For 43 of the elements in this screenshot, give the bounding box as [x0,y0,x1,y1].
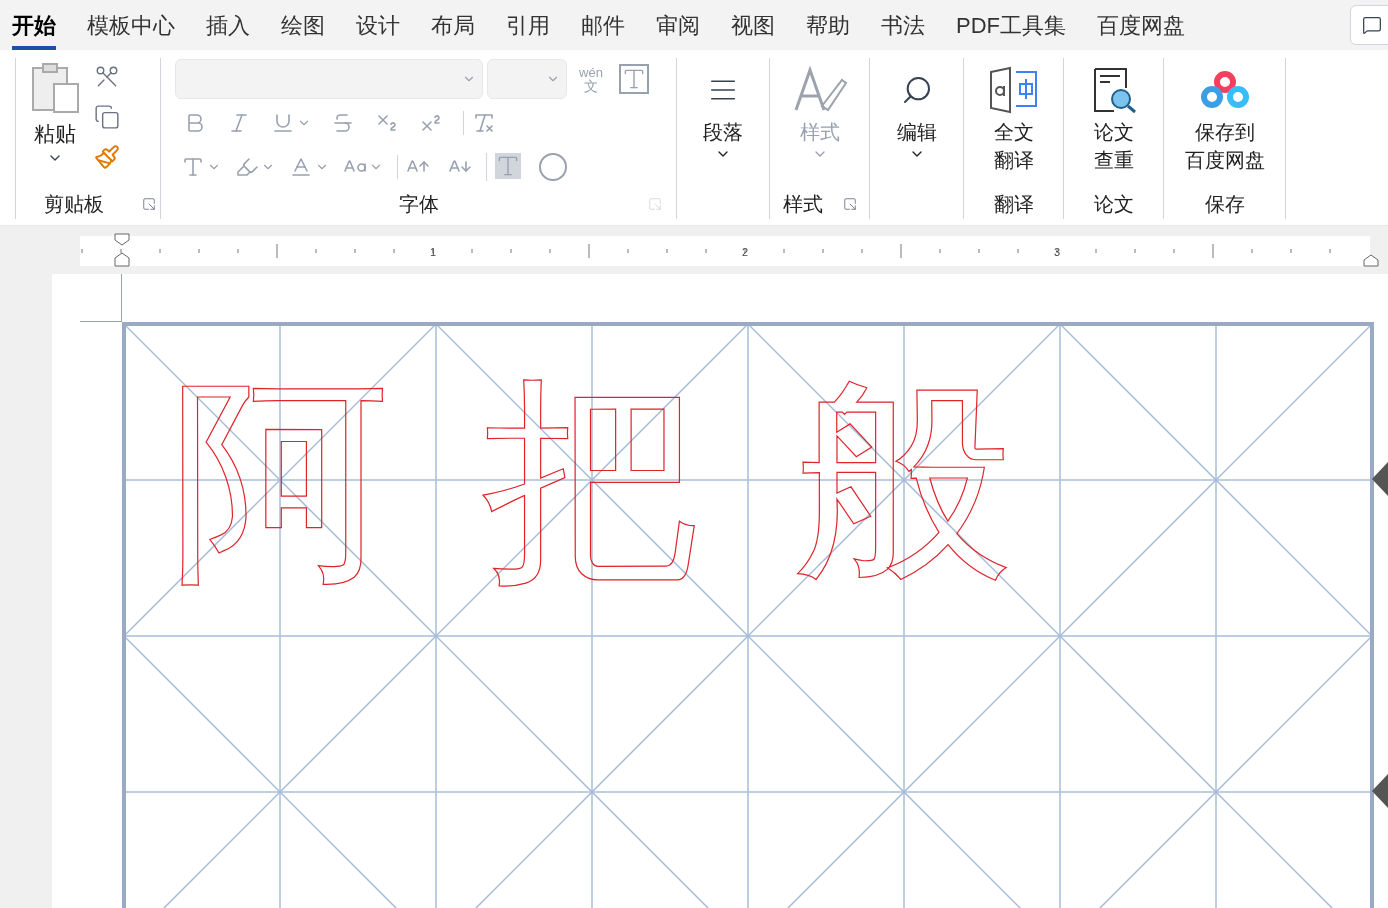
ribbon-tab[interactable]: 引用 [506,0,550,50]
ruler-number: 1 [429,246,437,258]
ribbon-tab[interactable]: PDF工具集 [956,0,1066,50]
triangle-marker-icon [1372,462,1388,496]
paintbrush-icon[interactable] [94,144,120,170]
ribbon-tab[interactable]: 布局 [431,0,475,50]
ribbon-button[interactable]: 全文 翻译 [987,58,1040,189]
clipboard-icon [30,62,80,114]
ribbon-button[interactable]: 编辑 [896,58,937,219]
ribbon-tab[interactable]: 模板中心 [87,0,175,50]
ribbon-tab[interactable]: 插入 [206,0,250,50]
group-label: 剪贴板 [44,192,104,217]
ribbon-tab[interactable]: 百度网盘 [1097,0,1185,50]
dialog-launcher-icon[interactable] [142,197,156,211]
ribbon-tab[interactable]: 视图 [731,0,775,50]
ribbon-tab[interactable]: 书法 [881,0,925,50]
translate-icon [987,66,1040,114]
ribbon-button[interactable]: 保存到 百度网盘 [1184,58,1265,189]
group-label: 翻译 [993,192,1034,217]
margin-corner-mark [80,274,122,322]
outlined-character: 阿 [170,370,390,590]
dialog-launcher-icon[interactable] [842,197,857,211]
ruler-number: 2 [741,246,749,258]
copy-icon[interactable] [94,104,120,130]
triangle-marker-icon [1372,774,1388,808]
cloud-icon [1198,70,1251,110]
ribbon-button[interactable]: 段落 [703,58,743,219]
ruler-number: 3 [1053,246,1061,258]
paste-button[interactable]: 粘贴 [30,62,80,189]
ribbon-button[interactable]: 论文 查重 [1089,58,1138,189]
ribbon-tab[interactable]: 审阅 [656,0,700,50]
comments-button[interactable] [1350,5,1388,45]
ribbon-tab[interactable]: 绘图 [281,0,325,50]
ribbon-tab[interactable]: 邮件 [581,0,625,50]
group-label: 论文 [1093,192,1134,217]
group-label: 保存 [1204,192,1245,217]
ribbon-tab[interactable]: 设计 [356,0,400,50]
group-label: 样式 [782,192,823,217]
ribbon-tab[interactable]: 帮助 [806,0,850,50]
outlined-character: 般 [794,370,1014,590]
group-label: 字体 [398,192,439,217]
outlined-character: 把 [482,370,702,590]
comment-icon [1362,15,1382,35]
